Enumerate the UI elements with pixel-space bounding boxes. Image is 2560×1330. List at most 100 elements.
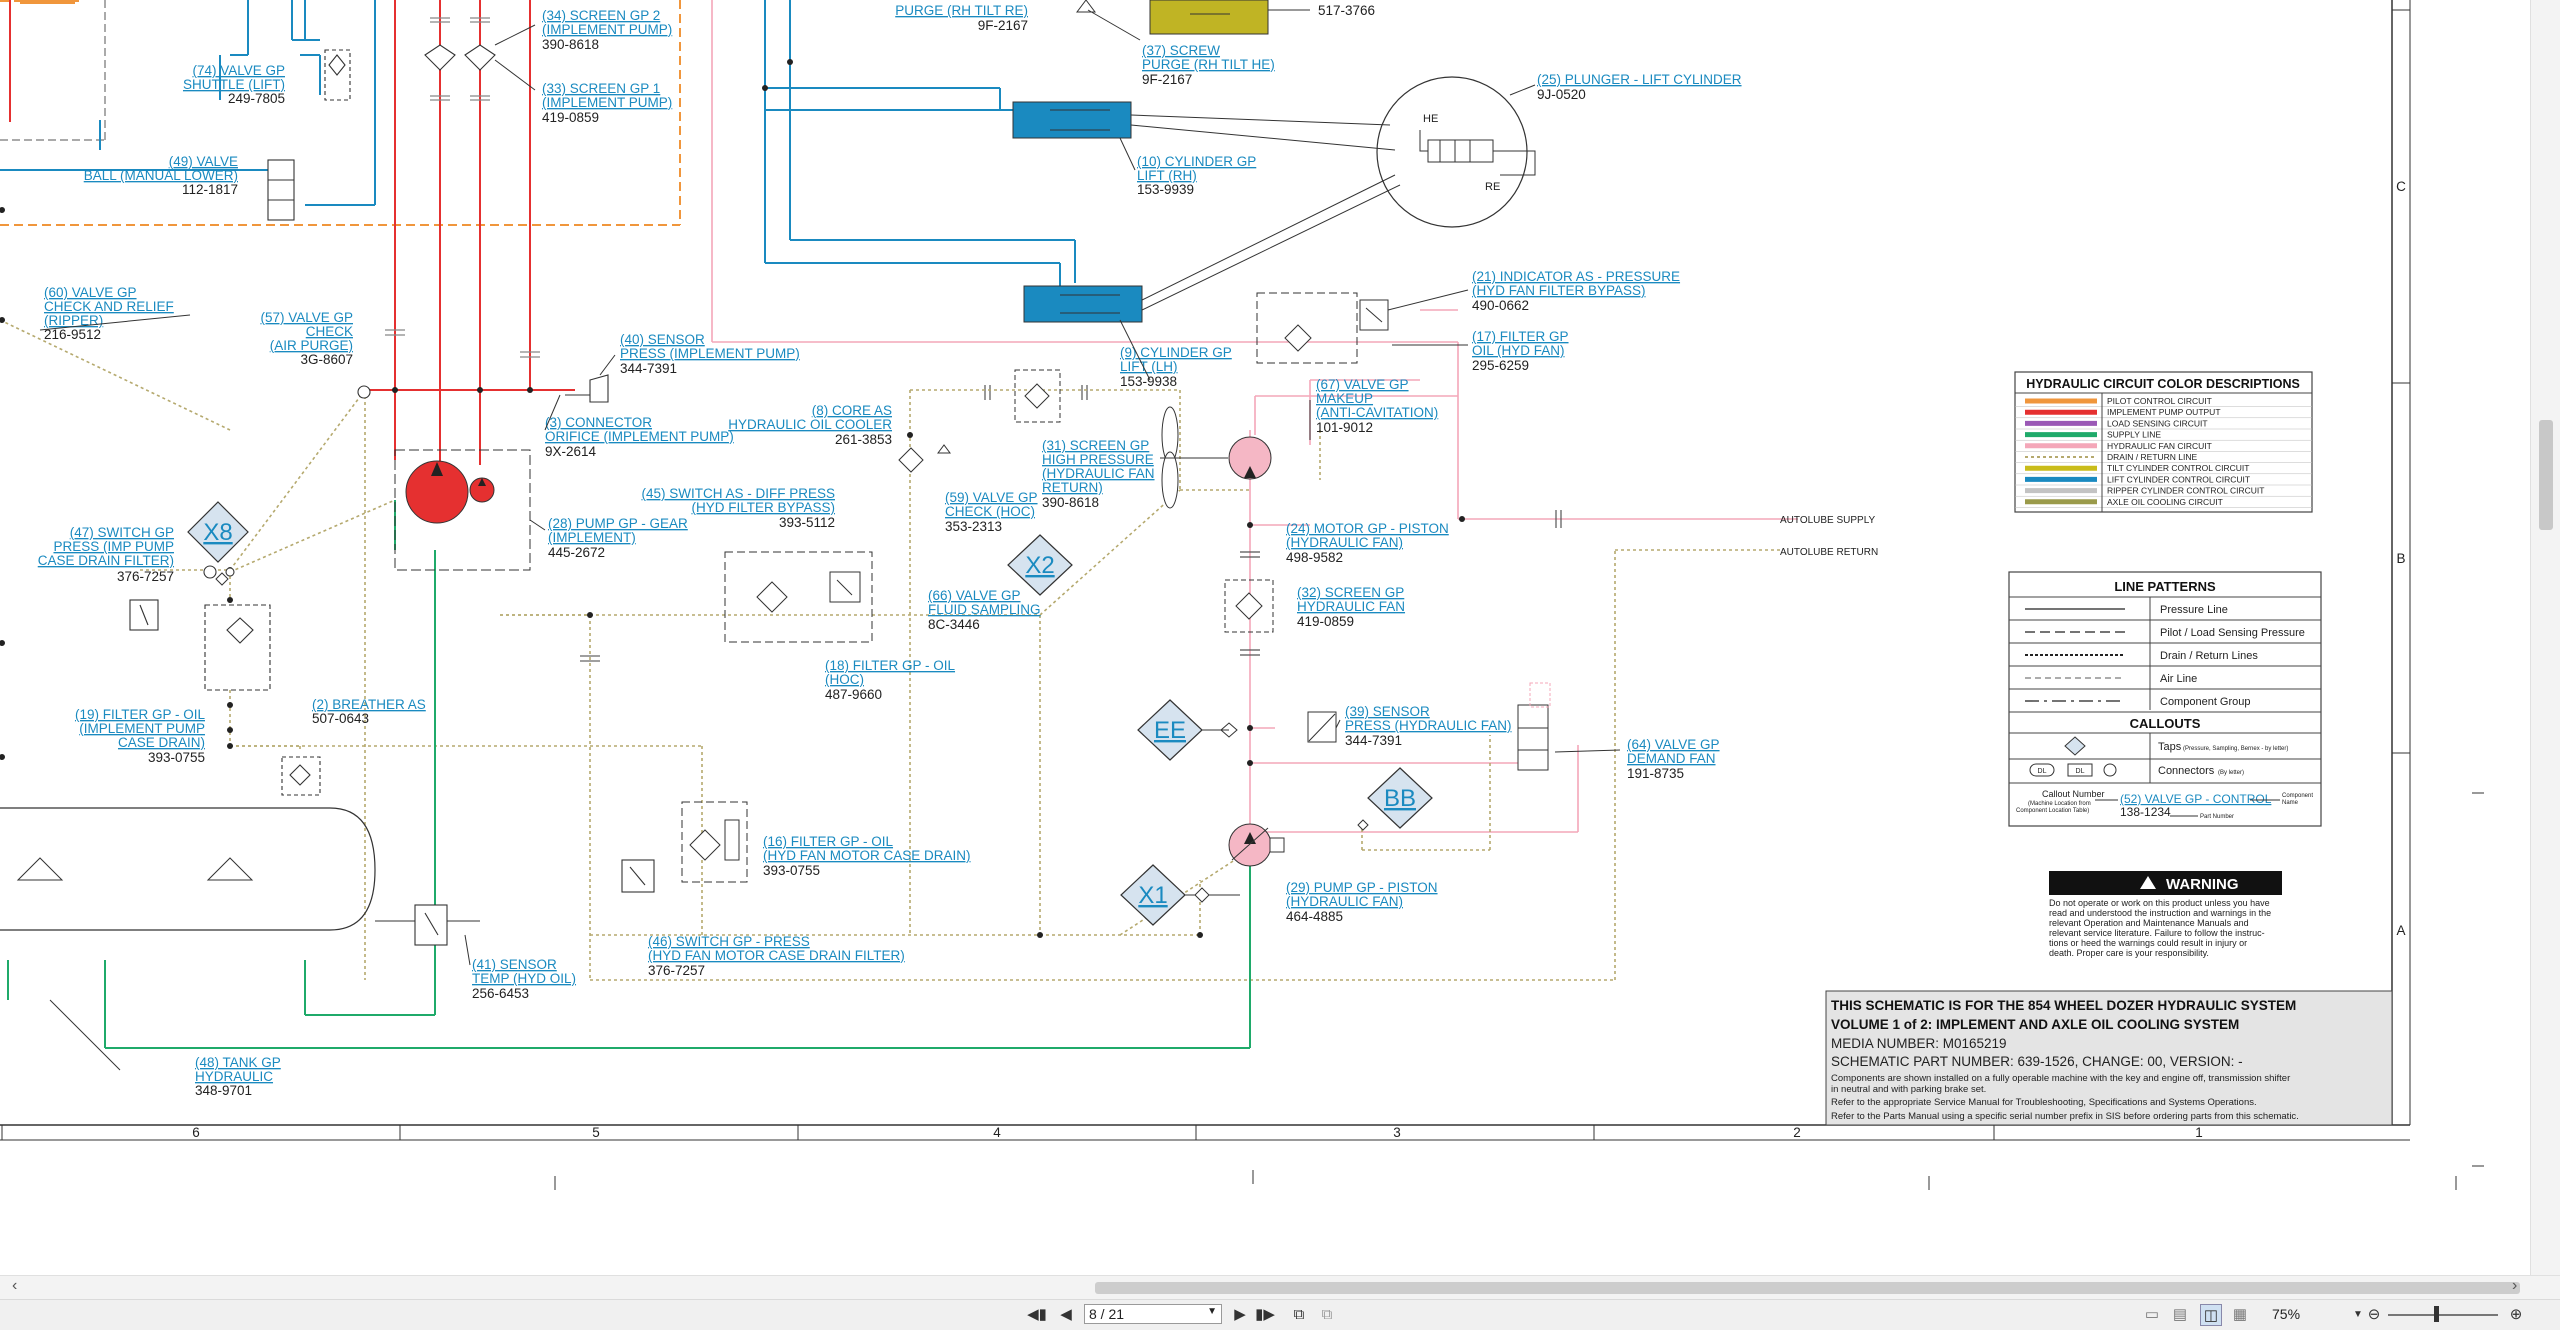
scroll-right-arrow-icon[interactable]: › — [2512, 1277, 2517, 1295]
page-number-input[interactable]: 8 / 21 ▼ — [1084, 1304, 1222, 1324]
color-legend: HYDRAULIC CIRCUIT COLOR DESCRIPTIONS PIL… — [2014, 371, 2313, 513]
horizontal-scroll-thumb[interactable] — [1095, 1282, 2520, 1294]
continuous-view-icon[interactable]: ▤ — [2172, 1304, 2188, 1324]
hydraulic-schematic: C B A 6 5 4 3 2 1 HE RE AUTOLUBE SUPPLY … — [0, 0, 2530, 1275]
svg-text:344-7391: 344-7391 — [1345, 733, 1402, 748]
svg-text:(47) SWITCH GP: (47) SWITCH GP — [70, 525, 174, 540]
column-label-2: 2 — [1793, 1125, 1801, 1140]
page-dropdown-icon[interactable]: ▼ — [1207, 1306, 1217, 1317]
svg-text:CALLOUTS: CALLOUTS — [2130, 716, 2201, 731]
svg-text:Component: Component — [2282, 793, 2313, 799]
svg-text:(45) SWITCH AS - DIFF PRESS: (45) SWITCH AS - DIFF PRESS — [641, 486, 835, 501]
svg-text:DEMAND FAN: DEMAND FAN — [1627, 751, 1716, 766]
zoom-dropdown-icon[interactable]: ▼ — [2352, 1304, 2364, 1324]
svg-text:Components are shown installed: Components are shown installed on a full… — [1831, 1073, 2290, 1084]
fan-blade-lower — [1161, 451, 1179, 509]
svg-text:487-9660: 487-9660 — [825, 687, 882, 702]
zoom-slider-knob[interactable] — [2434, 1306, 2439, 1322]
svg-text:(AIR PURGE): (AIR PURGE) — [270, 338, 353, 353]
next-page-icon[interactable]: ▶ — [1232, 1304, 1248, 1324]
svg-text:SHUTTLE (LIFT): SHUTTLE (LIFT) — [183, 77, 285, 92]
svg-text:393-0755: 393-0755 — [148, 750, 205, 765]
legend-label: LIFT CYLINDER CONTROL CIRCUIT — [2107, 474, 2250, 484]
zoom-slider[interactable] — [2388, 1314, 2498, 1316]
svg-text:Do not operate or work on this: Do not operate or work on this product u… — [2049, 898, 2270, 908]
previous-page-icon[interactable]: ◀ — [1058, 1304, 1074, 1324]
horizontal-scrollbar[interactable]: ‹ › — [0, 1275, 2560, 1300]
svg-text:(HYD FAN MOTOR CASE DRAIN FILT: (HYD FAN MOTOR CASE DRAIN FILTER) — [648, 948, 905, 963]
lift-cylinder-lh — [1023, 285, 1143, 323]
svg-text:MEDIA NUMBER: M0165219: MEDIA NUMBER: M0165219 — [1831, 1036, 2007, 1051]
legend-label: IMPLEMENT PUMP OUTPUT — [2107, 407, 2221, 417]
svg-text:490-0662: 490-0662 — [1472, 298, 1529, 313]
svg-text:393-5112: 393-5112 — [779, 515, 835, 530]
svg-text:PRESS (IMP PUMP: PRESS (IMP PUMP — [53, 539, 174, 554]
svg-text:(IMPLEMENT PUMP: (IMPLEMENT PUMP — [79, 721, 205, 736]
svg-text:9X-2614: 9X-2614 — [545, 444, 597, 459]
tap-x8-label[interactable]: X8 — [203, 519, 232, 546]
autolube-return-text: AUTOLUBE RETURN — [1780, 547, 1878, 558]
next-view-icon[interactable]: ⧉ — [1318, 1304, 1336, 1324]
tap-x2-label[interactable]: X2 — [1025, 552, 1054, 579]
scroll-left-arrow-icon[interactable]: ‹ — [12, 1277, 17, 1295]
column-label-1: 1 — [2195, 1125, 2203, 1140]
previous-view-icon[interactable]: ⧉ — [1290, 1304, 1308, 1324]
part-number-517-3766: 517-3766 — [1318, 3, 1375, 18]
zone-label-c: C — [2396, 179, 2406, 194]
legend-label: TILT CYLINDER CONTROL CIRCUIT — [2107, 463, 2249, 473]
single-page-view-icon[interactable]: ▭ — [2144, 1304, 2160, 1324]
autolube-supply-text: AUTOLUBE SUPPLY — [1780, 515, 1876, 526]
svg-text:(28) PUMP GP - GEAR: (28) PUMP GP - GEAR — [548, 516, 688, 531]
svg-text:153-9939: 153-9939 — [1137, 182, 1194, 197]
document-viewport[interactable]: C B A 6 5 4 3 2 1 HE RE AUTOLUBE SUPPLY … — [0, 0, 2530, 1275]
svg-text:CHECK (HOC): CHECK (HOC) — [945, 504, 1035, 519]
svg-text:Connectors: Connectors — [2158, 765, 2215, 777]
facing-view-icon[interactable]: ◫ — [2200, 1304, 2222, 1326]
tap-x1-label[interactable]: X1 — [1138, 882, 1167, 909]
svg-text:(RIPPER): (RIPPER) — [44, 313, 103, 328]
svg-text:390-8618: 390-8618 — [1042, 495, 1099, 510]
continuous-facing-view-icon[interactable]: ▦ — [2232, 1304, 2248, 1324]
zoom-in-icon[interactable]: ⊕ — [2508, 1304, 2524, 1324]
legend-label: PILOT CONTROL CIRCUIT — [2107, 396, 2212, 406]
svg-text:445-2672: 445-2672 — [548, 545, 605, 560]
viewer-toolbar: ◀▮ ◀ 8 / 21 ▼ ▶ ▮▶ ⧉ ⧉ ▭ ▤ ◫ ▦ 75% ▼ ⊖ ⊕ — [0, 1299, 2560, 1330]
svg-text:Air Line: Air Line — [2160, 673, 2197, 685]
zoom-out-icon[interactable]: ⊖ — [2366, 1304, 2382, 1324]
zone-label-b: B — [2396, 551, 2405, 566]
svg-text:(By letter): (By letter) — [2218, 770, 2244, 776]
tap-bb-label[interactable]: BB — [1384, 785, 1416, 812]
svg-text:249-7805: 249-7805 — [228, 91, 285, 106]
svg-text:CHECK: CHECK — [306, 324, 353, 339]
svg-text:(3) CONNECTOR: (3) CONNECTOR — [545, 415, 652, 430]
svg-text:(18) FILTER GP - OIL: (18) FILTER GP - OIL — [825, 658, 956, 673]
vertical-scroll-thumb[interactable] — [2539, 420, 2553, 530]
zone-label-a: A — [2396, 923, 2405, 938]
svg-text:CHECK AND RELIEF: CHECK AND RELIEF — [44, 299, 174, 314]
svg-text:HYDRAULIC: HYDRAULIC — [195, 1069, 273, 1084]
svg-text:(8) CORE AS: (8) CORE AS — [812, 403, 892, 418]
zoom-level: 75% — [2272, 1306, 2301, 1322]
svg-text:295-6259: 295-6259 — [1472, 358, 1529, 373]
svg-text:(IMPLEMENT PUMP): (IMPLEMENT PUMP) — [542, 95, 672, 110]
svg-text:SCHEMATIC PART NUMBER: 639-152: SCHEMATIC PART NUMBER: 639-1526, CHANGE:… — [1831, 1054, 2243, 1069]
column-label-3: 3 — [1393, 1125, 1401, 1140]
svg-text:THIS SCHEMATIC IS FOR THE 854: THIS SCHEMATIC IS FOR THE 854 WHEEL DOZE… — [1831, 998, 2296, 1013]
svg-text:relevant service literature. F: relevant service literature. Failure to … — [2049, 928, 2265, 938]
svg-text:344-7391: 344-7391 — [620, 361, 677, 376]
last-page-icon[interactable]: ▮▶ — [1255, 1304, 1275, 1324]
svg-text:Component Location Table): Component Location Table) — [2016, 808, 2089, 814]
first-page-icon[interactable]: ◀▮ — [1027, 1304, 1047, 1324]
tap-ee-label[interactable]: EE — [1154, 717, 1186, 744]
svg-text:Taps: Taps — [2158, 741, 2182, 753]
vertical-scrollbar[interactable] — [2530, 0, 2560, 1275]
svg-text:PRESS (HYDRAULIC FAN): PRESS (HYDRAULIC FAN) — [1345, 718, 1512, 733]
svg-text:(33) SCREEN GP 1: (33) SCREEN GP 1 — [542, 81, 660, 96]
svg-text:(49) VALVE: (49) VALVE — [169, 154, 238, 169]
svg-text:(67) VALVE GP: (67) VALVE GP — [1316, 377, 1409, 392]
svg-text:HYDRAULIC OIL COOLER: HYDRAULIC OIL COOLER — [728, 417, 892, 432]
svg-text:(24) MOTOR GP - PISTON: (24) MOTOR GP - PISTON — [1286, 521, 1449, 536]
svg-text:VOLUME 1 of 2: IMPLEMENT AND A: VOLUME 1 of 2: IMPLEMENT AND AXLE OIL CO… — [1831, 1017, 2239, 1032]
svg-text:(Pressure, Sampling, Bernex -: (Pressure, Sampling, Bernex - by letter) — [2183, 746, 2288, 752]
svg-text:393-0755: 393-0755 — [763, 863, 820, 878]
